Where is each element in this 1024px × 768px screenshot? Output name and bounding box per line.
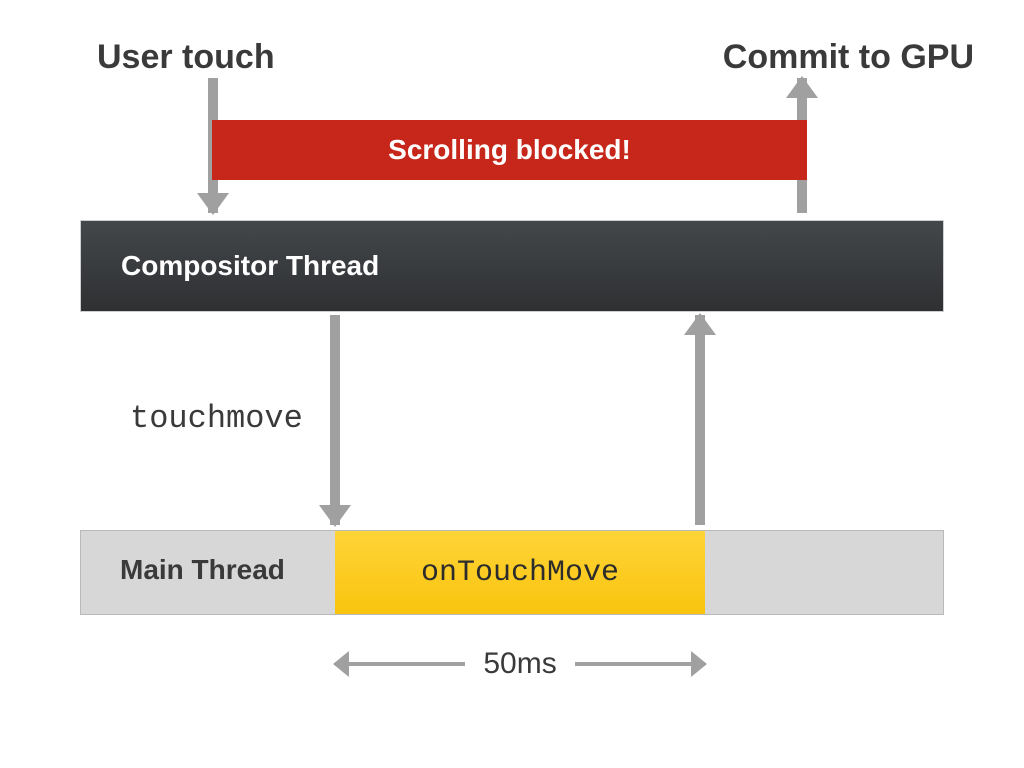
thread-diagram: User touch Commit to GPU Scrolling block… bbox=[0, 0, 1024, 768]
ontouchmove-label: onTouchMove bbox=[421, 556, 619, 590]
main-thread-label: Main Thread bbox=[120, 554, 285, 586]
arrow-main-to-compositor bbox=[695, 315, 705, 525]
arrow-compositor-to-main bbox=[330, 315, 340, 525]
scrolling-blocked-banner: Scrolling blocked! bbox=[212, 120, 807, 180]
measure-arrow-right-icon bbox=[575, 662, 705, 666]
ontouchmove-block: onTouchMove bbox=[335, 531, 705, 614]
label-user-touch: User touch bbox=[97, 38, 275, 77]
duration-label: 50ms bbox=[465, 647, 574, 681]
compositor-thread-bar: Compositor Thread bbox=[80, 220, 944, 312]
measure-arrow-left-icon bbox=[335, 662, 465, 666]
compositor-thread-label: Compositor Thread bbox=[121, 250, 379, 282]
duration-measure: 50ms bbox=[335, 640, 705, 688]
label-commit-to-gpu: Commit to GPU bbox=[723, 38, 974, 77]
label-touchmove: touchmove bbox=[130, 400, 303, 437]
